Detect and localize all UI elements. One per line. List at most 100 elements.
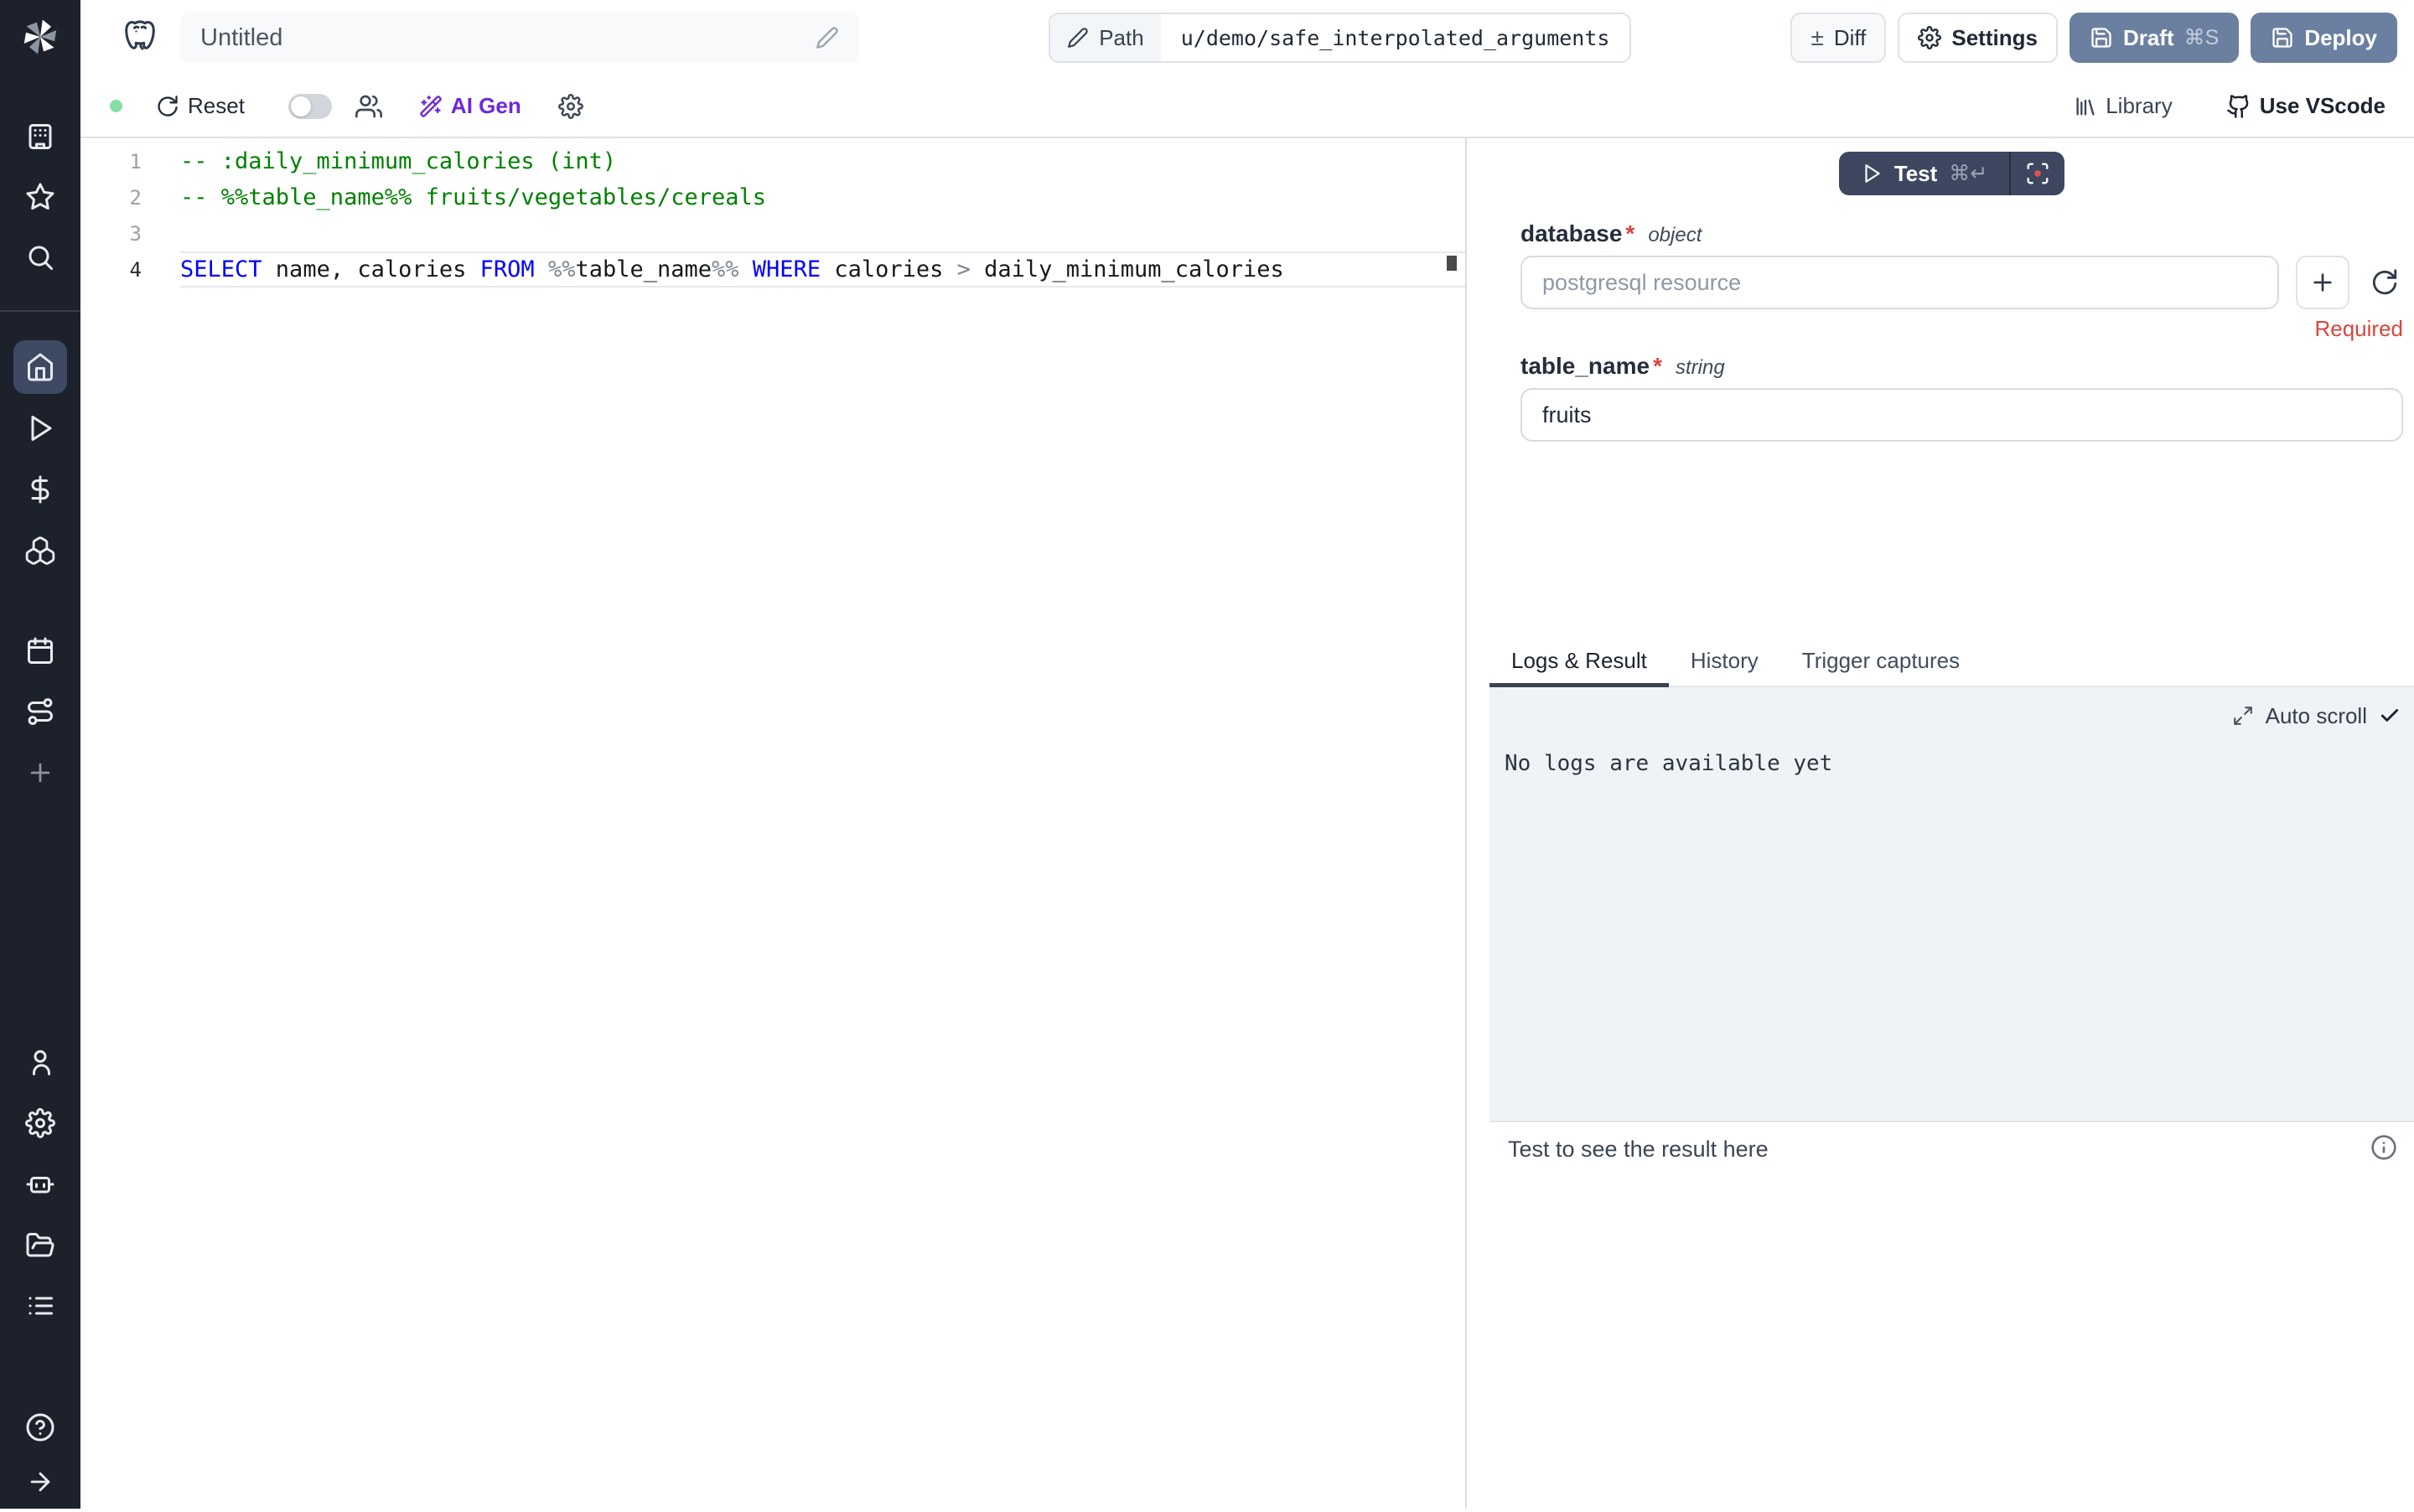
- sidebar-item-schedules[interactable]: [0, 621, 80, 681]
- line-number: 1: [80, 150, 180, 173]
- sidebar-item-runs[interactable]: [0, 398, 80, 458]
- panel-splitter[interactable]: [1467, 138, 1489, 1509]
- topbar: Untitled Path u/demo/safe_interpolated_a…: [80, 0, 2414, 75]
- home-icon: [25, 352, 55, 382]
- logs-empty-message: No logs are available yet: [1505, 751, 2401, 776]
- user-icon: [25, 1048, 55, 1078]
- pencil-icon: [1067, 27, 1089, 49]
- diff-button[interactable]: ± Diff: [1790, 13, 1886, 63]
- robot-icon: [25, 1169, 55, 1199]
- sidebar-item-workers[interactable]: [0, 1154, 80, 1214]
- postgresql-icon: [118, 14, 162, 61]
- result-placeholder: Test to see the result here: [1508, 1134, 1769, 1164]
- toolbar-right: Library Use VScode: [2074, 93, 2386, 119]
- plus-icon: [26, 759, 54, 787]
- test-shortcut: ⌘↵: [1949, 161, 1987, 186]
- path-chip[interactable]: Path u/demo/safe_interpolated_arguments: [1049, 13, 1631, 63]
- settings-button[interactable]: Settings: [1898, 13, 2058, 63]
- code-line-3[interactable]: 3: [80, 215, 1465, 251]
- expand-icon[interactable]: [2232, 705, 2254, 727]
- ai-gen-button[interactable]: AI Gen: [419, 93, 521, 119]
- field-type: object: [1648, 224, 1702, 247]
- tab-trigger-captures[interactable]: Trigger captures: [1780, 636, 1981, 686]
- database-field-label: database * object: [1520, 220, 2403, 249]
- code-text: -- :daily_minimum_calories (int): [180, 143, 1465, 179]
- sidebar-item-workspace[interactable]: [0, 106, 80, 167]
- save-icon: [2090, 26, 2113, 49]
- content: 1-- :daily_minimum_calories (int)2-- %%t…: [80, 138, 2414, 1509]
- code-text: [180, 215, 1465, 251]
- result-pane: Test to see the result here: [1489, 1121, 2414, 1509]
- editor-settings-gear-icon[interactable]: [558, 94, 583, 119]
- script-title: Untitled: [200, 24, 282, 52]
- field-name: table_name: [1520, 353, 1650, 380]
- tab-history[interactable]: History: [1669, 636, 1780, 686]
- sidebar-item-variables[interactable]: [0, 459, 80, 520]
- table-name-input[interactable]: [1520, 388, 2403, 442]
- refresh-icon: [156, 95, 179, 118]
- pencil-icon: [816, 26, 839, 49]
- plus-icon: [2309, 269, 2336, 296]
- editor-toolbar: Reset AI Gen Library Use VScode: [80, 75, 2414, 138]
- table-name-field-label: table_name * string: [1520, 353, 2403, 381]
- info-icon[interactable]: [2370, 1134, 2397, 1161]
- test-button[interactable]: Test ⌘↵: [1839, 152, 2009, 195]
- sidebar-item-help[interactable]: [0, 1397, 80, 1458]
- code-line-4[interactable]: 4SELECT name, calories FROM %%table_name…: [80, 251, 1465, 287]
- script-title-field[interactable]: Untitled: [180, 13, 859, 63]
- sidebar-item-audit-logs[interactable]: [0, 1276, 80, 1336]
- line-number: 4: [80, 258, 180, 282]
- path-value: u/demo/safe_interpolated_arguments: [1161, 14, 1630, 61]
- library-button[interactable]: Library: [2074, 93, 2172, 119]
- sidebar-item-add[interactable]: [0, 743, 80, 803]
- reset-button[interactable]: Reset: [156, 93, 245, 119]
- sidebar-item-search[interactable]: [0, 227, 80, 287]
- toggle-knob: [291, 96, 311, 117]
- table-name-field-row: [1520, 388, 2403, 442]
- arrow-right-icon: [26, 1468, 54, 1496]
- run-panel: Test ⌘↵ database * object: [1489, 138, 2414, 1509]
- windmill-logo[interactable]: [17, 13, 64, 60]
- play-icon: [25, 413, 55, 443]
- code-line-1[interactable]: 1-- :daily_minimum_calories (int): [80, 143, 1465, 179]
- sidebar-item-favorites[interactable]: [0, 167, 80, 227]
- refresh-resources-button[interactable]: [2366, 268, 2403, 297]
- capture-button[interactable]: [2009, 152, 2064, 195]
- calendar-icon: [25, 636, 55, 666]
- multiplayer-toggle[interactable]: [288, 94, 332, 119]
- gear-icon: [25, 1108, 55, 1138]
- sidebar-item-settings[interactable]: [0, 1093, 80, 1153]
- sidebar-item-folders[interactable]: [0, 1215, 80, 1276]
- sidebar-item-flows[interactable]: [0, 681, 80, 742]
- save-icon: [2271, 26, 2294, 49]
- topbar-actions: ± Diff Settings Draft ⌘S Deploy: [1790, 13, 2397, 63]
- test-split-button: Test ⌘↵: [1839, 152, 2064, 195]
- database-field-row: [1520, 256, 2403, 309]
- code-text: SELECT name, calories FROM %%table_name%…: [180, 251, 1465, 287]
- tab-logs-result[interactable]: Logs & Result: [1489, 636, 1669, 686]
- wand-icon: [419, 95, 443, 118]
- path-label-segment: Path: [1050, 14, 1161, 61]
- auto-scroll-label: Auto scroll: [2266, 703, 2367, 729]
- gear-icon: [1918, 26, 1941, 49]
- sidebar-item-resources[interactable]: [0, 520, 80, 581]
- sidebar-item-users[interactable]: [0, 1033, 80, 1093]
- building-icon: [25, 122, 55, 152]
- sidebar-item-home[interactable]: [13, 340, 67, 394]
- play-icon: [1861, 163, 1883, 184]
- add-resource-button[interactable]: [2296, 256, 2349, 309]
- deploy-button[interactable]: Deploy: [2251, 13, 2397, 63]
- draft-button[interactable]: Draft ⌘S: [2070, 13, 2239, 63]
- dollar-icon: [25, 474, 55, 505]
- plus-minus-icon: ±: [1810, 24, 1823, 51]
- database-resource-input[interactable]: [1520, 256, 2279, 309]
- check-icon[interactable]: [2379, 705, 2401, 727]
- use-vscode-button[interactable]: Use VScode: [2226, 93, 2386, 119]
- refresh-icon: [2370, 268, 2399, 297]
- users-icon[interactable]: [355, 93, 382, 120]
- code-editor[interactable]: 1-- :daily_minimum_calories (int)2-- %%t…: [80, 138, 1467, 1509]
- sidebar-expand-button[interactable]: [0, 1452, 80, 1512]
- capture-icon: [2025, 161, 2050, 186]
- code-lines: 1-- :daily_minimum_calories (int)2-- %%t…: [80, 143, 1465, 287]
- code-line-2[interactable]: 2-- %%table_name%% fruits/vegetables/cer…: [80, 179, 1465, 215]
